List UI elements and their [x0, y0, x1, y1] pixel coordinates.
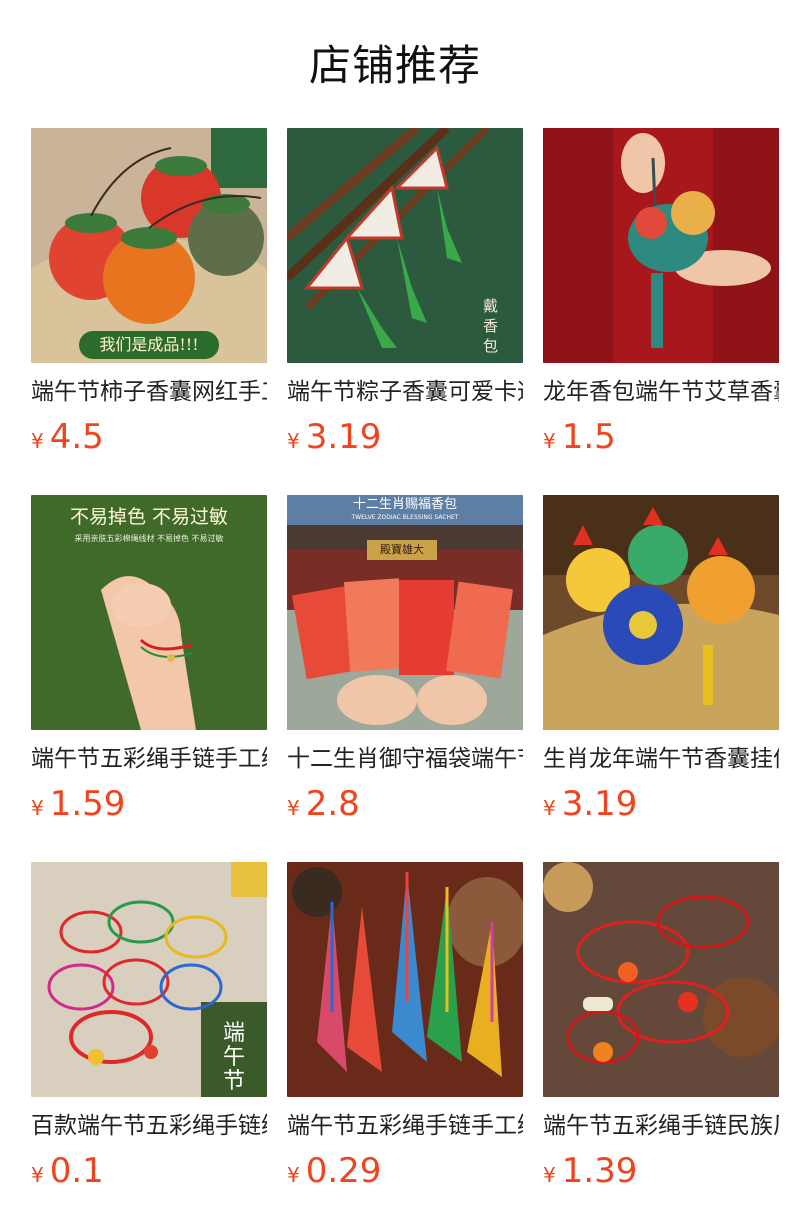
product-grid: 我们是成品!!! 端午节柿子香囊网红手工 ¥4.5 戴香包 端午节粽子香囊可爱卡… [0, 0, 790, 1230]
price-value: 4.5 [49, 417, 104, 457]
product-card[interactable]: 龙年香包端午节艾草香囊 ¥1.5 [543, 128, 779, 457]
currency-symbol: ¥ [31, 796, 44, 820]
product-card[interactable]: 端午节五彩绳手链民族风 ¥1.39 [543, 862, 779, 1191]
currency-symbol: ¥ [287, 429, 300, 453]
price-value: 0.29 [305, 1151, 382, 1191]
dragon-sachet-icon [543, 128, 779, 363]
product-image-dragon-sachet[interactable] [543, 128, 779, 363]
image-subline: TWELVE ZODIAC BLESSING SACHET [351, 514, 459, 521]
currency-symbol: ¥ [543, 1163, 556, 1187]
product-price: ¥0.29 [287, 1151, 523, 1191]
currency-symbol: ¥ [287, 1163, 300, 1187]
product-name[interactable]: 生肖龙年端午节香囊挂件 [543, 744, 779, 774]
product-price: ¥1.5 [543, 417, 779, 457]
product-price: ¥4.5 [31, 417, 267, 457]
image-subline: 采用亲肤五彩棉绳线材 不易掉色 不易过敏 [74, 534, 224, 543]
image-banner-text: 我们是成品!!! [99, 335, 199, 354]
price-value: 3.19 [305, 417, 382, 457]
image-vertical-text: 端午节 [222, 1021, 245, 1094]
product-image-persimmon-sachets[interactable]: 我们是成品!!! [31, 128, 267, 363]
product-name[interactable]: 百款端午节五彩绳手链编 [31, 1111, 267, 1141]
color-cords-icon [287, 862, 523, 1097]
currency-symbol: ¥ [543, 429, 556, 453]
bracelet-wrist-icon [31, 495, 267, 730]
price-value: 1.59 [49, 784, 126, 824]
product-image-dragon-plush-basket[interactable] [543, 495, 779, 730]
currency-symbol: ¥ [287, 796, 300, 820]
product-image-bracelet-pile[interactable]: 端午节 [31, 862, 267, 1097]
dragon-plush-basket-icon [543, 495, 779, 730]
product-card[interactable]: 不易掉色 不易过敏 采用亲肤五彩棉绳线材 不易掉色 不易过敏 端午节五彩绳手链手… [31, 495, 267, 824]
product-name[interactable]: 端午节粽子香囊可爱卡通 [287, 377, 523, 407]
product-card[interactable]: 十二生肖赐福香包 TWELVE ZODIAC BLESSING SACHET 殿… [287, 495, 523, 824]
currency-symbol: ¥ [31, 1163, 44, 1187]
product-name[interactable]: 端午节五彩绳手链手工编 [287, 1111, 523, 1141]
product-card[interactable]: 端午节五彩绳手链手工编 ¥0.29 [287, 862, 523, 1191]
price-value: 1.39 [561, 1151, 638, 1191]
price-value: 1.5 [561, 417, 616, 457]
product-price: ¥0.1 [31, 1151, 267, 1191]
product-price: ¥3.19 [287, 417, 523, 457]
image-caption-vertical: 戴香包 [483, 297, 499, 355]
product-price: ¥1.59 [31, 784, 267, 824]
product-name[interactable]: 十二生肖御守福袋端午节 [287, 744, 523, 774]
product-name[interactable]: 端午节柿子香囊网红手工 [31, 377, 267, 407]
image-headline: 十二生肖赐福香包 [352, 497, 457, 512]
product-card[interactable]: 生肖龙年端午节香囊挂件 ¥3.19 [543, 495, 779, 824]
product-name[interactable]: 端午节五彩绳手链手工编 [31, 744, 267, 774]
product-name[interactable]: 龙年香包端午节艾草香囊 [543, 377, 779, 407]
price-value: 3.19 [561, 784, 638, 824]
product-image-zodiac-pouches[interactable]: 十二生肖赐福香包 TWELVE ZODIAC BLESSING SACHET 殿… [287, 495, 523, 730]
image-headline: 不易掉色 不易过敏 [69, 506, 229, 528]
price-value: 0.1 [49, 1151, 104, 1191]
product-card[interactable]: 戴香包 端午节粽子香囊可爱卡通 ¥3.19 [287, 128, 523, 457]
zodiac-pouches-icon [287, 495, 523, 730]
product-price: ¥2.8 [287, 784, 523, 824]
product-price: ¥1.39 [543, 1151, 779, 1191]
product-name[interactable]: 端午节五彩绳手链民族风 [543, 1111, 779, 1141]
temple-sign: 殿寶雄大 [380, 543, 424, 556]
product-image-red-bracelets[interactable] [543, 862, 779, 1097]
price-value: 2.8 [305, 784, 360, 824]
product-image-zongzi-sachets[interactable]: 戴香包 [287, 128, 523, 363]
persimmon-sachets-icon [31, 128, 267, 363]
product-image-bracelet-wrist[interactable]: 不易掉色 不易过敏 采用亲肤五彩棉绳线材 不易掉色 不易过敏 [31, 495, 267, 730]
currency-symbol: ¥ [543, 796, 556, 820]
product-card[interactable]: 端午节 百款端午节五彩绳手链编 ¥0.1 [31, 862, 267, 1191]
product-image-color-cords[interactable] [287, 862, 523, 1097]
product-card[interactable]: 我们是成品!!! 端午节柿子香囊网红手工 ¥4.5 [31, 128, 267, 457]
red-bracelets-icon [543, 862, 779, 1097]
product-price: ¥3.19 [543, 784, 779, 824]
currency-symbol: ¥ [31, 429, 44, 453]
